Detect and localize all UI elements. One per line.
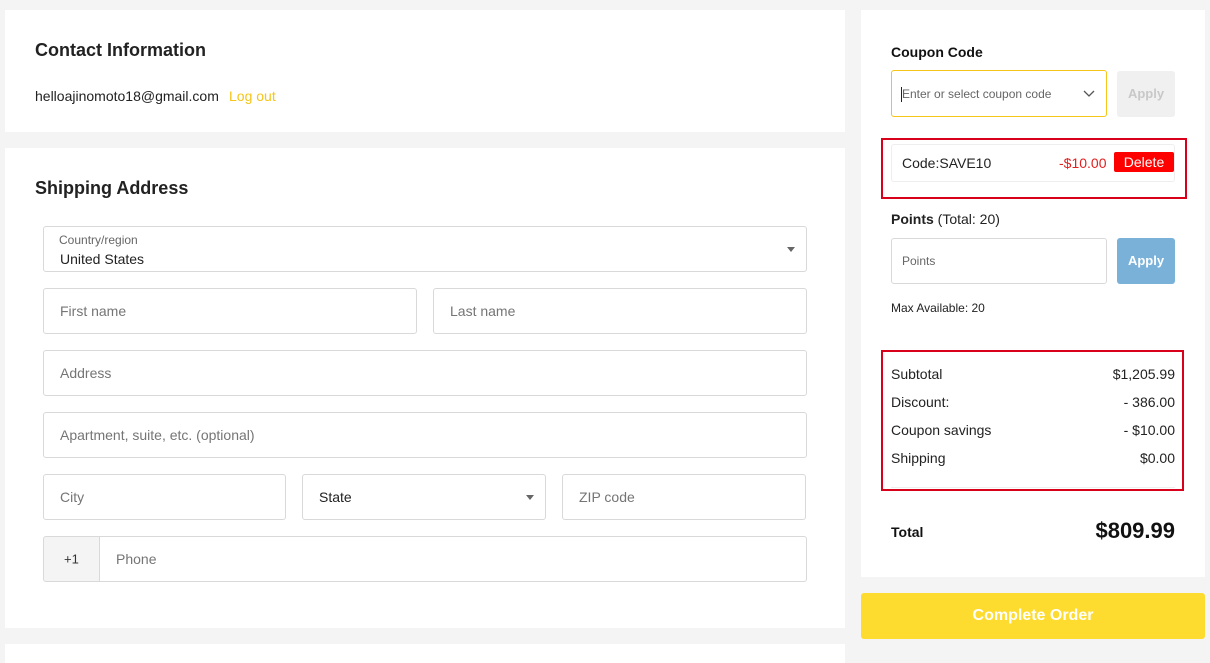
points-placeholder: Points: [902, 254, 936, 268]
points-total: (Total: 20): [937, 211, 1000, 227]
shipping-address-title: Shipping Address: [35, 178, 189, 198]
contact-information-card: Contact Information helloajinomoto18@gma…: [5, 10, 845, 132]
dropdown-caret-icon: [526, 495, 534, 500]
coupon-code-input[interactable]: Enter or select coupon code: [891, 70, 1107, 117]
contact-email: helloajinomoto18@gmail.com: [35, 88, 219, 104]
country-region-select[interactable]: Country/region United States: [43, 226, 807, 272]
last-name-placeholder: Last name: [450, 303, 516, 319]
contact-information-title: Contact Information: [35, 40, 206, 60]
state-value: State: [319, 489, 352, 505]
phone-prefix-text: +1: [64, 551, 79, 567]
phone-country-prefix[interactable]: +1: [43, 536, 100, 582]
country-region-label: Country/region: [59, 233, 138, 247]
dropdown-caret-icon: [787, 247, 795, 252]
coupon-code-title: Coupon Code: [891, 44, 983, 60]
phone-placeholder: Phone: [116, 551, 157, 567]
coupon-highlight-box: [881, 138, 1187, 199]
points-input[interactable]: Points: [891, 238, 1107, 284]
zip-code-placeholder: ZIP code: [579, 489, 635, 505]
coupon-apply-button[interactable]: Apply: [1117, 71, 1175, 117]
apartment-placeholder: Apartment, suite, etc. (optional): [60, 427, 255, 443]
city-placeholder: City: [60, 489, 85, 505]
address-placeholder: Address: [60, 365, 112, 381]
order-summary-card: Coupon Code Enter or select coupon code …: [861, 10, 1205, 577]
address-field[interactable]: Address: [43, 350, 807, 396]
points-max-available: Max Available: 20: [891, 301, 985, 315]
total-label: Total: [891, 524, 924, 540]
phone-field[interactable]: Phone: [99, 536, 807, 582]
state-select[interactable]: State: [302, 474, 546, 520]
logout-link[interactable]: Log out: [229, 88, 276, 104]
total-amount: $809.99: [1095, 518, 1175, 543]
coupon-code-placeholder: Enter or select coupon code: [902, 86, 1052, 101]
last-name-field[interactable]: Last name: [433, 288, 807, 334]
points-label: Points: [891, 211, 934, 227]
zip-code-field[interactable]: ZIP code: [562, 474, 806, 520]
first-name-placeholder: First name: [60, 303, 127, 319]
complete-order-button[interactable]: Complete Order: [861, 593, 1205, 639]
apartment-field[interactable]: Apartment, suite, etc. (optional): [43, 412, 807, 458]
country-region-value: United States: [60, 251, 145, 267]
first-name-field[interactable]: First name: [43, 288, 417, 334]
city-field[interactable]: City: [43, 474, 286, 520]
points-title: Points (Total: 20): [891, 211, 1000, 227]
shipping-address-card: Shipping Address Country/region United S…: [5, 148, 845, 628]
chevron-down-icon[interactable]: [1082, 87, 1096, 101]
next-section-card: [5, 644, 845, 663]
points-apply-button[interactable]: Apply: [1117, 238, 1175, 284]
totals-highlight-box: [881, 350, 1184, 491]
